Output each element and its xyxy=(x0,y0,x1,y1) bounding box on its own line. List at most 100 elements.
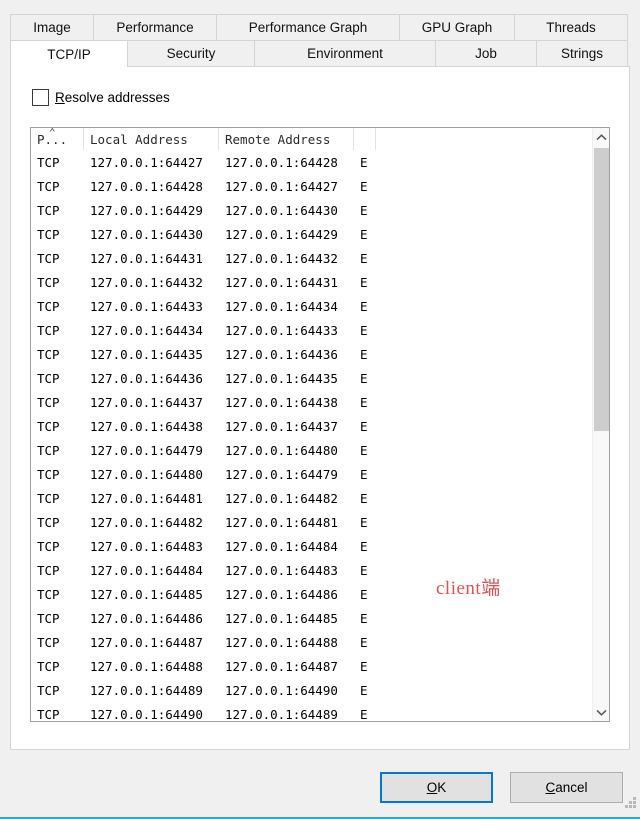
dialog-button-bar: OK Cancel xyxy=(0,772,640,806)
cell-state: E xyxy=(360,250,368,266)
resolve-addresses-checkbox[interactable] xyxy=(32,89,49,106)
cancel-button-accel: C xyxy=(545,780,556,795)
cell-proto: TCP xyxy=(37,394,60,410)
tcp-ip-tab-panel: Resolve addresses P... ⌃ Local Address R… xyxy=(10,66,630,750)
cell-proto: TCP xyxy=(37,514,60,530)
table-row[interactable]: TCP 127.0.0.1:64481 127.0.0.1:64482 E xyxy=(31,486,592,510)
cell-state: E xyxy=(360,178,368,194)
table-row[interactable]: TCP 127.0.0.1:64484 127.0.0.1:64483 E xyxy=(31,558,592,582)
cell-proto: TCP xyxy=(37,706,60,722)
cell-state: E xyxy=(360,154,368,170)
cell-state: E xyxy=(360,658,368,674)
cell-state: E xyxy=(360,682,368,698)
column-header-state[interactable] xyxy=(354,128,376,150)
table-row[interactable]: TCP 127.0.0.1:64486 127.0.0.1:64485 E xyxy=(31,606,592,630)
table-row[interactable]: TCP 127.0.0.1:64435 127.0.0.1:64436 E xyxy=(31,342,592,366)
cell-local: 127.0.0.1:64431 xyxy=(90,250,203,266)
cell-local: 127.0.0.1:64429 xyxy=(90,202,203,218)
table-row[interactable]: TCP 127.0.0.1:64438 127.0.0.1:64437 E xyxy=(31,414,592,438)
cell-remote: 127.0.0.1:64434 xyxy=(225,298,338,314)
cell-remote: 127.0.0.1:64432 xyxy=(225,250,338,266)
tab-image[interactable]: Image xyxy=(10,14,94,40)
tab-tcp-ip[interactable]: TCP/IP xyxy=(10,40,128,67)
ok-button-accel: O xyxy=(426,780,438,795)
scroll-up-icon[interactable] xyxy=(593,128,609,146)
tab-strings[interactable]: Strings xyxy=(536,40,628,66)
cell-proto: TCP xyxy=(37,178,60,194)
cell-remote: 127.0.0.1:64438 xyxy=(225,394,338,410)
cell-remote: 127.0.0.1:64433 xyxy=(225,322,338,338)
cell-local: 127.0.0.1:64482 xyxy=(90,514,203,530)
table-row[interactable]: TCP 127.0.0.1:64436 127.0.0.1:64435 E xyxy=(31,366,592,390)
column-header-protocol[interactable]: P... ⌃ xyxy=(31,128,84,150)
resolve-addresses-label: Resolve addresses xyxy=(55,90,170,105)
scroll-down-icon[interactable] xyxy=(593,703,609,721)
cell-remote: 127.0.0.1:64484 xyxy=(225,538,338,554)
cell-state: E xyxy=(360,442,368,458)
tab-performance[interactable]: Performance xyxy=(93,14,217,40)
table-row[interactable]: TCP 127.0.0.1:64429 127.0.0.1:64430 E xyxy=(31,198,592,222)
column-header-local-address[interactable]: Local Address xyxy=(84,128,219,150)
cell-proto: TCP xyxy=(37,418,60,434)
cell-remote: 127.0.0.1:64485 xyxy=(225,610,338,626)
scrollbar-thumb[interactable] xyxy=(594,148,609,431)
table-row[interactable]: TCP 127.0.0.1:64487 127.0.0.1:64488 E xyxy=(31,630,592,654)
cell-state: E xyxy=(360,538,368,554)
table-row[interactable]: TCP 127.0.0.1:64427 127.0.0.1:64428 E xyxy=(31,150,592,174)
tab-row-2: TCP/IP Security Environment Job Strings xyxy=(10,40,630,67)
cell-state: E xyxy=(360,562,368,578)
table-row[interactable]: TCP 127.0.0.1:64431 127.0.0.1:64432 E xyxy=(31,246,592,270)
annotation-client-label: client端 xyxy=(436,578,501,599)
cell-remote: 127.0.0.1:64430 xyxy=(225,202,338,218)
tab-gpu-graph[interactable]: GPU Graph xyxy=(399,14,515,40)
table-row[interactable]: TCP 127.0.0.1:64433 127.0.0.1:64434 E xyxy=(31,294,592,318)
resolve-addresses-label-text: esolve addresses xyxy=(64,90,170,105)
cell-local: 127.0.0.1:64480 xyxy=(90,466,203,482)
cell-remote: 127.0.0.1:64431 xyxy=(225,274,338,290)
cancel-button[interactable]: Cancel xyxy=(510,772,623,803)
window-resize-grip-icon[interactable] xyxy=(623,797,637,811)
tab-threads[interactable]: Threads xyxy=(514,14,628,40)
table-row[interactable]: TCP 127.0.0.1:64437 127.0.0.1:64438 E xyxy=(31,390,592,414)
cell-state: E xyxy=(360,202,368,218)
resize-grip-dot xyxy=(629,801,632,804)
table-row[interactable]: TCP 127.0.0.1:64490 127.0.0.1:64489 E xyxy=(31,702,592,722)
cell-state: E xyxy=(360,226,368,242)
ok-button[interactable]: OK xyxy=(380,772,493,803)
cell-remote: 127.0.0.1:64428 xyxy=(225,154,338,170)
column-header-remote-address[interactable]: Remote Address xyxy=(219,128,354,150)
resize-grip-dot xyxy=(633,805,636,808)
table-row[interactable]: TCP 127.0.0.1:64434 127.0.0.1:64433 E xyxy=(31,318,592,342)
tcp-connections-listview[interactable]: P... ⌃ Local Address Remote Address TCP 1… xyxy=(30,127,610,722)
cell-local: 127.0.0.1:64490 xyxy=(90,706,203,722)
listview-vertical-scrollbar[interactable] xyxy=(592,128,609,721)
cell-remote: 127.0.0.1:64435 xyxy=(225,370,338,386)
tab-performance-graph[interactable]: Performance Graph xyxy=(216,14,400,40)
resolve-addresses-checkbox-row[interactable]: Resolve addresses xyxy=(32,89,170,106)
table-row[interactable]: TCP 127.0.0.1:64479 127.0.0.1:64480 E xyxy=(31,438,592,462)
cell-state: E xyxy=(360,298,368,314)
table-row[interactable]: TCP 127.0.0.1:64482 127.0.0.1:64481 E xyxy=(31,510,592,534)
table-row[interactable]: TCP 127.0.0.1:64485 127.0.0.1:64486 E xyxy=(31,582,592,606)
cell-remote: 127.0.0.1:64490 xyxy=(225,682,338,698)
cell-state: E xyxy=(360,346,368,362)
cell-proto: TCP xyxy=(37,202,60,218)
cell-state: E xyxy=(360,706,368,722)
cell-local: 127.0.0.1:64433 xyxy=(90,298,203,314)
tab-job[interactable]: Job xyxy=(435,40,537,66)
table-row[interactable]: TCP 127.0.0.1:64428 127.0.0.1:64427 E xyxy=(31,174,592,198)
table-row[interactable]: TCP 127.0.0.1:64483 127.0.0.1:64484 E xyxy=(31,534,592,558)
table-row[interactable]: TCP 127.0.0.1:64488 127.0.0.1:64487 E xyxy=(31,654,592,678)
table-row[interactable]: TCP 127.0.0.1:64430 127.0.0.1:64429 E xyxy=(31,222,592,246)
cell-local: 127.0.0.1:64488 xyxy=(90,658,203,674)
cell-remote: 127.0.0.1:64488 xyxy=(225,634,338,650)
table-row[interactable]: TCP 127.0.0.1:64489 127.0.0.1:64490 E xyxy=(31,678,592,702)
cell-state: E xyxy=(360,322,368,338)
resize-grip-dot xyxy=(629,805,632,808)
table-row[interactable]: TCP 127.0.0.1:64480 127.0.0.1:64479 E xyxy=(31,462,592,486)
cell-state: E xyxy=(360,370,368,386)
tab-security[interactable]: Security xyxy=(127,40,255,66)
tab-environment[interactable]: Environment xyxy=(254,40,436,66)
table-row[interactable]: TCP 127.0.0.1:64432 127.0.0.1:64431 E xyxy=(31,270,592,294)
cell-proto: TCP xyxy=(37,466,60,482)
